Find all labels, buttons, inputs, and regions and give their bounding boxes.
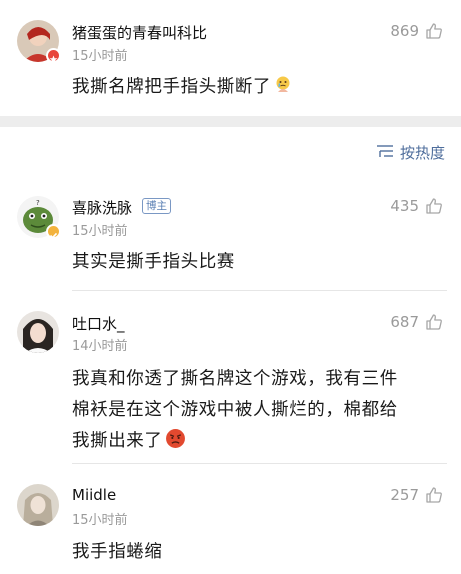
sort-label: 按热度 bbox=[399, 144, 445, 162]
timestamp: 15小时前 bbox=[72, 224, 128, 239]
comment-item: 猪蛋蛋的青春叫科比 15小时前 869 我撕名牌把手指头撕断了 bbox=[0, 0, 461, 116]
comment-line: 我撕出来了 bbox=[72, 431, 163, 451]
thumbs-up-icon bbox=[425, 313, 443, 331]
timestamp: 15小时前 bbox=[72, 49, 128, 64]
like-count: 869 bbox=[390, 22, 419, 40]
angry-face-emoji bbox=[165, 428, 186, 460]
like-count: 257 bbox=[390, 486, 419, 504]
thumbs-up-icon bbox=[425, 22, 443, 40]
comment-text: 其实是撕手指头比赛 bbox=[72, 252, 235, 272]
username[interactable]: 吐口水_ bbox=[72, 313, 125, 334]
like-button[interactable]: 869 bbox=[390, 22, 443, 40]
crying-face-emoji bbox=[273, 75, 293, 106]
section-separator bbox=[0, 116, 461, 127]
divider bbox=[72, 463, 447, 464]
like-button[interactable]: 687 bbox=[390, 313, 443, 331]
comment-text: 我撕名牌把手指头撕断了 bbox=[72, 72, 452, 106]
author-badge: 博主 bbox=[142, 198, 171, 214]
sort-button[interactable]: 按热度 bbox=[376, 142, 445, 163]
verified-badge-icon bbox=[46, 224, 61, 239]
comment-text: 我手指蜷缩 bbox=[72, 542, 163, 562]
comment-body: 我撕名牌把手指头撕断了 bbox=[72, 77, 272, 97]
like-count: 435 bbox=[390, 197, 419, 215]
comment-line-last: 我撕出来了 bbox=[72, 426, 452, 460]
timestamp: 15小时前 bbox=[72, 513, 128, 528]
comment-text: 我真和你透了撕名牌这个游戏，我有三件 棉袄是在这个游戏中被人撕烂的，棉都给 我撕… bbox=[72, 364, 452, 460]
sort-lines-icon bbox=[376, 144, 394, 162]
username[interactable]: 喜脉洗脉 bbox=[72, 197, 132, 218]
like-button[interactable]: 257 bbox=[390, 486, 443, 504]
username[interactable]: Miidle bbox=[72, 486, 116, 504]
svg-text:?: ? bbox=[36, 199, 40, 207]
thumbs-up-icon bbox=[425, 486, 443, 504]
like-count: 687 bbox=[390, 313, 419, 331]
thumbs-up-icon bbox=[425, 197, 443, 215]
avatar[interactable] bbox=[17, 484, 59, 526]
like-button[interactable]: 435 bbox=[390, 197, 443, 215]
comment-line: 棉袄是在这个游戏中被人撕烂的，棉都给 bbox=[72, 400, 398, 420]
avatar[interactable] bbox=[17, 311, 59, 353]
divider bbox=[72, 290, 447, 291]
timestamp: 14小时前 bbox=[72, 339, 128, 354]
verified-badge-icon bbox=[46, 48, 61, 63]
username[interactable]: 猪蛋蛋的青春叫科比 bbox=[72, 22, 207, 43]
comment-line: 我真和你透了撕名牌这个游戏，我有三件 bbox=[72, 369, 398, 389]
